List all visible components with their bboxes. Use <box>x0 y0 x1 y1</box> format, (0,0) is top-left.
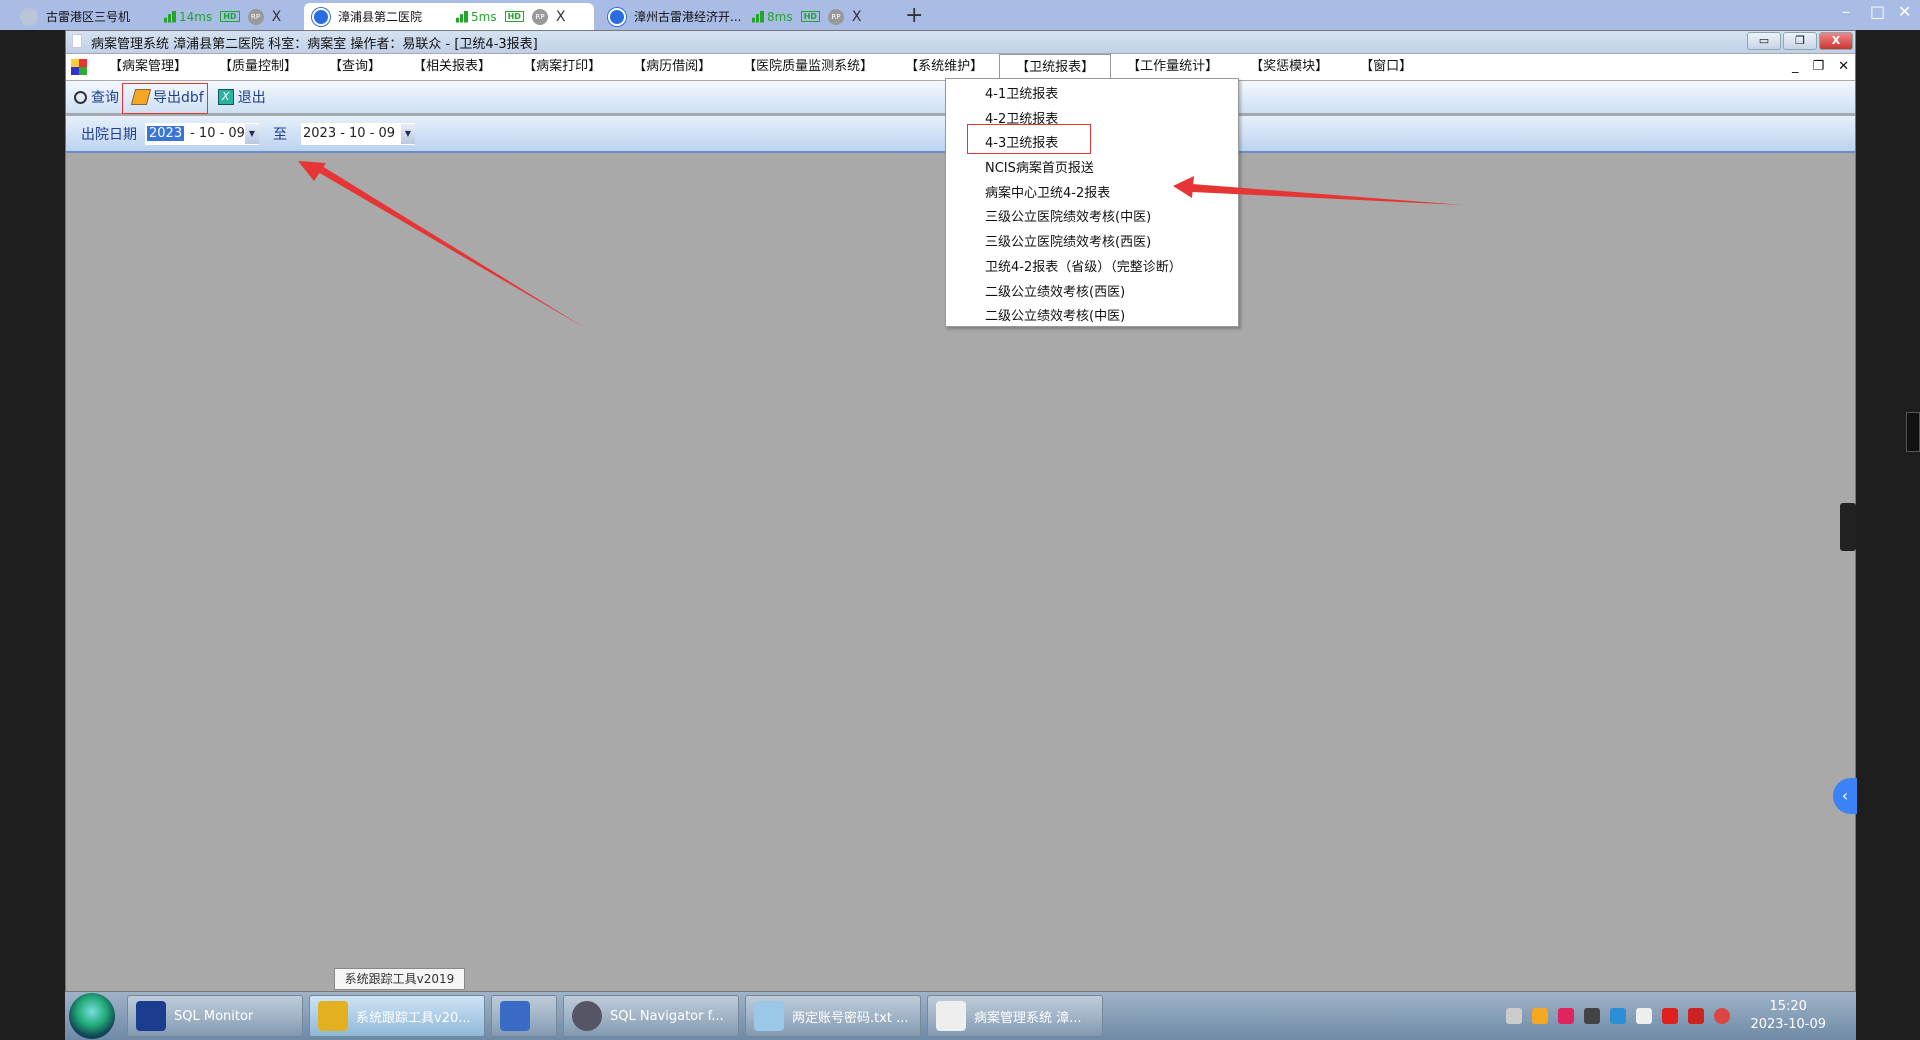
menu-bingan-dayin[interactable]: 【病案打印】 <box>507 54 617 80</box>
avatar-icon <box>20 7 38 26</box>
window-minimize-button[interactable]: ▭ <box>1747 32 1781 50</box>
hd-badge: HD <box>800 11 820 22</box>
taskbar-sql-navigator[interactable]: SQL Navigator f... <box>563 995 739 1037</box>
hd-badge: HD <box>220 11 240 22</box>
browser-tab-2[interactable]: 漳浦县第二医院 5ms HD RP X <box>304 3 594 30</box>
taskbar-notepad[interactable]: 两定账号密码.txt ... <box>745 995 921 1037</box>
system-menu-icon[interactable] <box>71 59 87 75</box>
notepad-icon <box>754 1001 784 1031</box>
menu-chaxun[interactable]: 【查询】 <box>313 54 397 80</box>
volume-muted-icon[interactable] <box>1714 1008 1731 1024</box>
menu-xitong-weihu[interactable]: 【系统维护】 <box>889 54 999 80</box>
menu-gongzuoliang[interactable]: 【工作量统计】 <box>1111 54 1234 80</box>
ping-label: 8ms <box>767 9 793 24</box>
ping-label: 5ms <box>471 9 497 24</box>
rp-badge: RP <box>247 8 264 25</box>
close-tab-icon[interactable]: X <box>852 9 862 25</box>
menu-bingli-jieyue[interactable]: 【病历借阅】 <box>617 54 727 80</box>
menu-item-tier2-tcm[interactable]: 二级公立绩效考核(中医) <box>946 305 1238 330</box>
start-button[interactable] <box>69 993 115 1039</box>
compass-icon <box>572 1001 602 1031</box>
to-label: 至 <box>273 126 287 143</box>
exit-button[interactable]: X 退出 <box>215 83 269 111</box>
keyboard-icon[interactable] <box>1506 1008 1523 1024</box>
minimize-icon[interactable]: – <box>1842 2 1850 21</box>
taskbar-tooltip: 系统跟踪工具v2019 <box>334 968 465 990</box>
maximize-icon[interactable]: □ <box>1870 2 1885 21</box>
browser-tab-3[interactable]: 漳州古雷港经济开... 8ms HD RP X <box>600 3 888 30</box>
new-tab-button[interactable]: + <box>905 3 923 28</box>
rp-badge: RP <box>827 8 844 25</box>
sql-monitor-icon <box>136 1001 166 1031</box>
menu-item-center-4-2[interactable]: 病案中心卫统4-2报表 <box>946 182 1238 207</box>
annotation-box-export <box>122 83 208 114</box>
avatar-icon <box>312 7 330 26</box>
menu-xiangguan-baobiao[interactable]: 【相关报表】 <box>397 54 507 80</box>
search-icon <box>74 90 87 104</box>
title-bar: 病案管理系统 漳浦县第二医院 科室：病案室 操作者：易联众 - [卫统4-3报表… <box>66 31 1855 53</box>
annotation-box-4-3 <box>967 124 1091 154</box>
signal-icon <box>456 10 468 23</box>
window-close-button[interactable]: X <box>1819 32 1853 50</box>
close-tab-icon[interactable]: X <box>272 9 282 25</box>
menu-zhiliang-kongzhi[interactable]: 【质量控制】 <box>203 54 313 80</box>
menu-item-4-1[interactable]: 4-1卫统报表 <box>946 83 1238 108</box>
tray-app-icon[interactable] <box>1688 1008 1705 1024</box>
taskbar-trace-tool[interactable]: 系统跟踪工具v20... <box>309 995 485 1037</box>
menu-weitong-baobiao[interactable]: 【卫统报表】 <box>999 54 1112 80</box>
rp-badge: RP <box>531 8 548 25</box>
tray-app-icon[interactable] <box>1610 1008 1627 1024</box>
avatar-icon <box>608 7 626 26</box>
menu-bar: 【病案管理】 【质量控制】 【查询】 【相关报表】 【病案打印】 【病历借阅】 … <box>66 54 1855 80</box>
exit-icon: X <box>217 89 234 105</box>
document-icon <box>936 1001 966 1031</box>
app-icon <box>72 34 82 48</box>
weitong-report-dropdown: 4-1卫统报表 4-2卫统报表 4-3卫统报表 NCIS病案首页报送 病案中心卫… <box>945 78 1239 327</box>
menu-item-4-2-provincial[interactable]: 卫统4-2报表（省级）（完整诊断） <box>946 256 1238 281</box>
child-close-icon[interactable]: ✕ <box>1838 54 1849 80</box>
start-date-picker[interactable]: 2023- 10 - 09 ▼ <box>145 122 259 145</box>
browser-tab-bar: 古雷港区三号机 14ms HD RP X 漳浦县第二医院 5ms HD RP X… <box>0 0 1920 30</box>
browser-tab-1[interactable]: 古雷港区三号机 14ms HD RP X <box>12 3 297 30</box>
side-handle[interactable] <box>1906 412 1920 452</box>
hd-badge: HD <box>504 11 524 22</box>
child-restore-icon[interactable]: ❐ <box>1812 54 1824 80</box>
network-icon[interactable] <box>1584 1008 1601 1024</box>
dropdown-arrow-icon[interactable]: ▼ <box>401 123 415 144</box>
taskbar: SQL Monitor 系统跟踪工具v20... SQL Navigator f… <box>65 992 1856 1040</box>
printer-icon[interactable] <box>1636 1008 1653 1024</box>
menu-yiyuan-zhiliang[interactable]: 【医院质量监测系统】 <box>727 54 889 80</box>
dropdown-arrow-icon[interactable]: ▼ <box>245 123 259 144</box>
taskbar-network[interactable] <box>491 995 557 1037</box>
menu-item-tier3-tcm[interactable]: 三级公立医院绩效考核(中医) <box>946 206 1238 231</box>
child-minimize-icon[interactable]: _ <box>1792 54 1799 80</box>
close-icon[interactable]: ✕ <box>1898 2 1911 21</box>
ping-label: 14ms <box>179 9 213 24</box>
computer-icon <box>500 1001 530 1031</box>
discharge-date-label: 出院日期 <box>81 126 137 143</box>
close-tab-icon[interactable]: X <box>556 9 566 25</box>
system-tray: 15:20 2023-10-09 <box>1506 998 1856 1034</box>
menu-item-tier2-western[interactable]: 二级公立绩效考核(西医) <box>946 281 1238 306</box>
menu-jiangcheng[interactable]: 【奖惩模块】 <box>1234 54 1344 80</box>
menu-bingan-guanli[interactable]: 【病案管理】 <box>93 54 203 80</box>
signal-icon <box>752 10 764 23</box>
sql-tool-icon <box>318 1001 348 1031</box>
taskbar-sql-monitor[interactable]: SQL Monitor <box>127 995 303 1037</box>
menu-item-ncis[interactable]: NCIS病案首页报送 <box>946 157 1238 182</box>
signal-icon <box>164 10 176 23</box>
tray-app-icon[interactable] <box>1532 1008 1549 1024</box>
clock[interactable]: 15:20 2023-10-09 <box>1750 998 1826 1034</box>
side-panel-handle[interactable] <box>1840 503 1856 551</box>
menu-item-tier3-western[interactable]: 三级公立医院绩效考核(西医) <box>946 231 1238 256</box>
window-title: 病案管理系统 漳浦县第二医院 科室：病案室 操作者：易联众 - [卫统4-3报表… <box>91 36 538 52</box>
menu-chuangkou[interactable]: 【窗口】 <box>1344 54 1428 80</box>
tray-app-icon[interactable] <box>1558 1008 1575 1024</box>
taskbar-bingan-system[interactable]: 病案管理系统 漳... <box>927 995 1103 1037</box>
window-restore-button[interactable]: ❐ <box>1783 32 1817 50</box>
end-date-picker[interactable]: 2023 - 10 - 09 ▼ <box>301 122 415 145</box>
tray-arrows-icon[interactable] <box>1662 1008 1679 1024</box>
query-button[interactable]: 查询 <box>71 83 122 111</box>
